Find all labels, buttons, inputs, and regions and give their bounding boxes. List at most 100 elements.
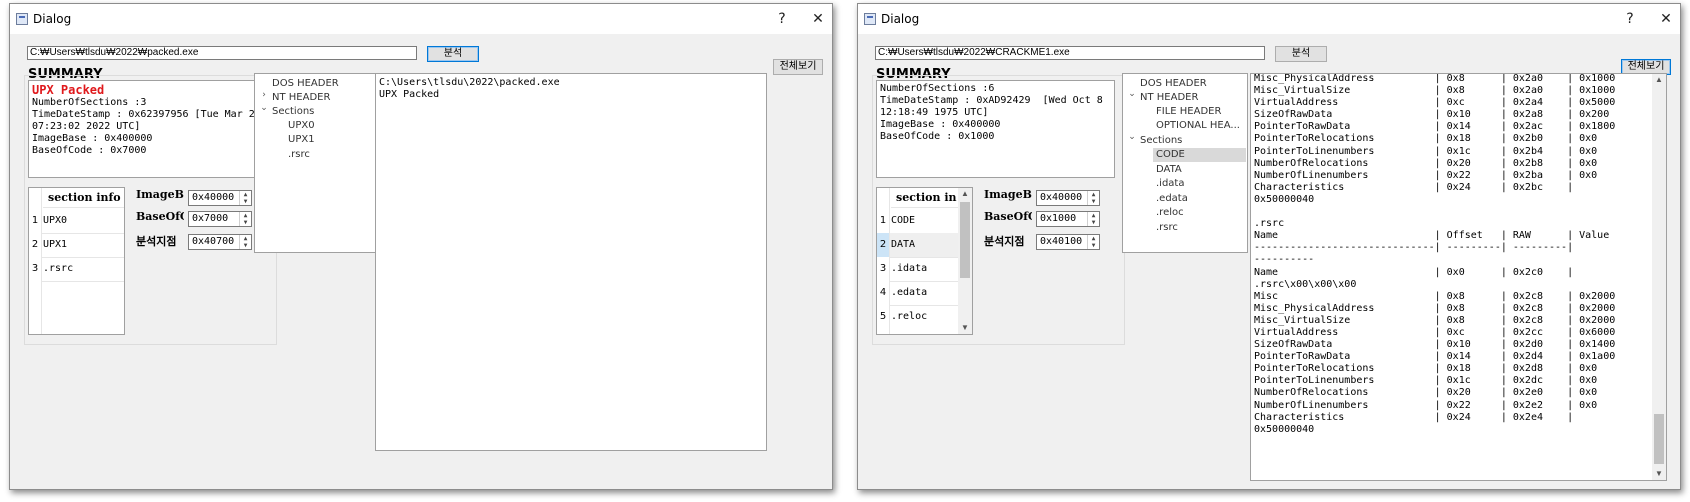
chevron-right-icon[interactable]: ›: [259, 90, 269, 100]
spin-down-icon[interactable]: ▼: [240, 242, 251, 249]
tree-item-nt-header[interactable]: NT HEADER: [272, 91, 330, 105]
spin-down-icon[interactable]: ▼: [1088, 219, 1099, 226]
row-number: 3: [879, 263, 887, 274]
row-number: 1: [879, 215, 887, 226]
baseofcode-label: BaseOfCo: [136, 210, 184, 223]
section-table-header: section info: [43, 188, 124, 208]
tree-item-reloc[interactable]: .reloc: [1156, 206, 1184, 220]
tree-item-idata[interactable]: .idata: [1156, 177, 1184, 191]
pe-structure-tree[interactable]: DOS HEADER › NT HEADER ⌄ Sections UPX0 U…: [254, 73, 380, 253]
tree-item-rsrc[interactable]: .rsrc: [288, 148, 310, 162]
row-divider: [41, 281, 124, 282]
row-number: 2: [877, 233, 889, 257]
scroll-down-icon[interactable]: ▼: [1652, 468, 1666, 480]
spin-arrows[interactable]: ▲ ▼: [1087, 235, 1099, 249]
detail-scrollbar[interactable]: ▲ ▼: [1652, 74, 1666, 480]
file-path-input[interactable]: C:₩Users₩tlsdu₩2022₩CRACKME1.exe: [875, 46, 1265, 60]
baseofcode-spinbox[interactable]: 0x7000 ▲ ▼: [188, 211, 252, 227]
baseofcode-value: 0x7000: [192, 213, 229, 224]
summary-imagebase: ImageBase : 0x400000: [32, 133, 153, 144]
tree-item-nt-header[interactable]: NT HEADER: [1140, 91, 1198, 105]
spin-up-icon[interactable]: ▲: [1088, 212, 1099, 219]
spin-arrows[interactable]: ▲ ▼: [1087, 212, 1099, 226]
summary-timestamp: TimeDateStamp : 0xAD92429 [Wed Oct 8 12:…: [880, 95, 1109, 118]
analysis-point-spinbox[interactable]: 0x40100 ▲ ▼: [1036, 234, 1100, 250]
spin-down-icon[interactable]: ▼: [240, 219, 251, 226]
spin-up-icon[interactable]: ▲: [240, 191, 251, 198]
chevron-down-icon[interactable]: ⌄: [1127, 132, 1137, 142]
spin-up-icon[interactable]: ▲: [240, 235, 251, 242]
spin-arrows[interactable]: ▲ ▼: [239, 235, 251, 249]
row-number: 4: [879, 287, 887, 298]
summary-imagebase: ImageBase : 0x400000: [880, 119, 1001, 130]
tree-item-edata[interactable]: .edata: [1156, 192, 1188, 206]
help-button[interactable]: ?: [1618, 9, 1642, 29]
pe-structure-tree[interactable]: DOS HEADER ⌄ NT HEADER FILE HEADER OPTIO…: [1122, 73, 1248, 253]
app-icon: [864, 13, 876, 25]
spin-down-icon[interactable]: ▼: [240, 198, 251, 205]
spin-arrows[interactable]: ▲ ▼: [239, 191, 251, 205]
row-number: 1: [31, 215, 39, 226]
tree-item-dos-header[interactable]: DOS HEADER: [1140, 77, 1207, 91]
section-name: .edata: [891, 287, 928, 298]
analysis-point-label: 분석지점: [984, 235, 1025, 248]
spin-down-icon[interactable]: ▼: [1088, 242, 1099, 249]
tree-item-upx0[interactable]: UPX0: [288, 119, 315, 133]
chevron-down-icon[interactable]: ⌄: [259, 103, 269, 113]
spin-arrows[interactable]: ▲ ▼: [1087, 191, 1099, 205]
scroll-thumb[interactable]: [960, 202, 970, 278]
analysis-point-label: 분석지점: [136, 235, 177, 248]
spin-down-icon[interactable]: ▼: [1088, 198, 1099, 205]
section-name: UPX0: [43, 215, 68, 226]
tree-item-sections[interactable]: Sections: [272, 105, 314, 119]
scroll-down-icon[interactable]: ▼: [958, 322, 972, 334]
analyze-button[interactable]: 분석: [427, 46, 479, 62]
tree-item-sections[interactable]: Sections: [1140, 134, 1182, 148]
view-all-button[interactable]: 전체보기: [773, 59, 823, 75]
summary-baseofcode: BaseOfCode : 0x7000: [32, 145, 147, 156]
section-table-scrollbar[interactable]: ▲ ▼: [958, 188, 972, 334]
detail-textbox[interactable]: C:\Users\tlsdu\2022\packed.exe UPX Packe…: [375, 73, 767, 451]
baseofcode-label: BaseOfCo: [984, 210, 1032, 223]
right-titlebar: Dialog ? ✕: [858, 4, 1680, 34]
tree-item-upx1[interactable]: UPX1: [288, 133, 315, 147]
summary-textbox: UPX Packed NumberOfSections :3 TimeDateS…: [28, 80, 267, 178]
spin-up-icon[interactable]: ▲: [1088, 191, 1099, 198]
help-button[interactable]: ?: [770, 9, 794, 29]
scroll-up-icon[interactable]: ▲: [1652, 74, 1666, 86]
close-icon[interactable]: ✕: [806, 9, 830, 29]
imagebase-spinbox[interactable]: 0x40000 ▲ ▼: [1036, 190, 1100, 206]
baseofcode-spinbox[interactable]: 0x1000 ▲ ▼: [1036, 211, 1100, 227]
tree-item-dos-header[interactable]: DOS HEADER: [272, 77, 339, 91]
tree-item-file-header[interactable]: FILE HEADER: [1156, 105, 1221, 119]
section-name: .reloc: [891, 311, 928, 322]
scroll-up-icon[interactable]: ▲: [958, 188, 972, 200]
row-number-column: [889, 188, 890, 334]
table-row[interactable]: 3 .rsrc: [29, 257, 124, 281]
analysis-point-spinbox[interactable]: 0x40700 ▲ ▼: [188, 234, 252, 250]
scroll-thumb[interactable]: [1654, 414, 1664, 464]
section-name: .rsrc: [43, 263, 74, 274]
tree-item-code[interactable]: CODE: [1153, 148, 1246, 162]
imagebase-value: 0x40000: [192, 192, 235, 203]
tree-item-optional-header[interactable]: OPTIONAL HEA...: [1156, 119, 1240, 133]
spin-up-icon[interactable]: ▲: [240, 212, 251, 219]
detail-textbox[interactable]: Misc_PhysicalAddress | 0x8 | 0x2a0 | 0x1…: [1250, 73, 1667, 481]
summary-baseofcode: BaseOfCode : 0x1000: [880, 131, 995, 142]
table-row[interactable]: 2 UPX1: [29, 233, 124, 257]
spin-up-icon[interactable]: ▲: [1088, 235, 1099, 242]
imagebase-spinbox[interactable]: 0x40000 ▲ ▼: [188, 190, 252, 206]
close-icon[interactable]: ✕: [1654, 9, 1678, 29]
table-row[interactable]: 1 UPX0: [29, 209, 124, 233]
analyze-button[interactable]: 분석: [1275, 46, 1327, 62]
spin-arrows[interactable]: ▲ ▼: [239, 212, 251, 226]
chevron-down-icon[interactable]: ⌄: [1127, 89, 1137, 99]
tree-item-data[interactable]: DATA: [1156, 163, 1182, 177]
tree-item-rsrc[interactable]: .rsrc: [1156, 221, 1178, 235]
analysis-point-value: 0x40700: [192, 236, 235, 247]
file-path-input[interactable]: C:₩Users₩tlsdu₩2022₩packed.exe: [27, 46, 417, 60]
section-table[interactable]: section info 1 UPX0 2 UPX1 3 .rsrc: [28, 187, 125, 335]
row-number: 3: [31, 263, 39, 274]
row-number-column: [41, 188, 42, 334]
section-table[interactable]: section in 1 CODE 2 DATA 3 .idata 4 .eda…: [876, 187, 973, 335]
